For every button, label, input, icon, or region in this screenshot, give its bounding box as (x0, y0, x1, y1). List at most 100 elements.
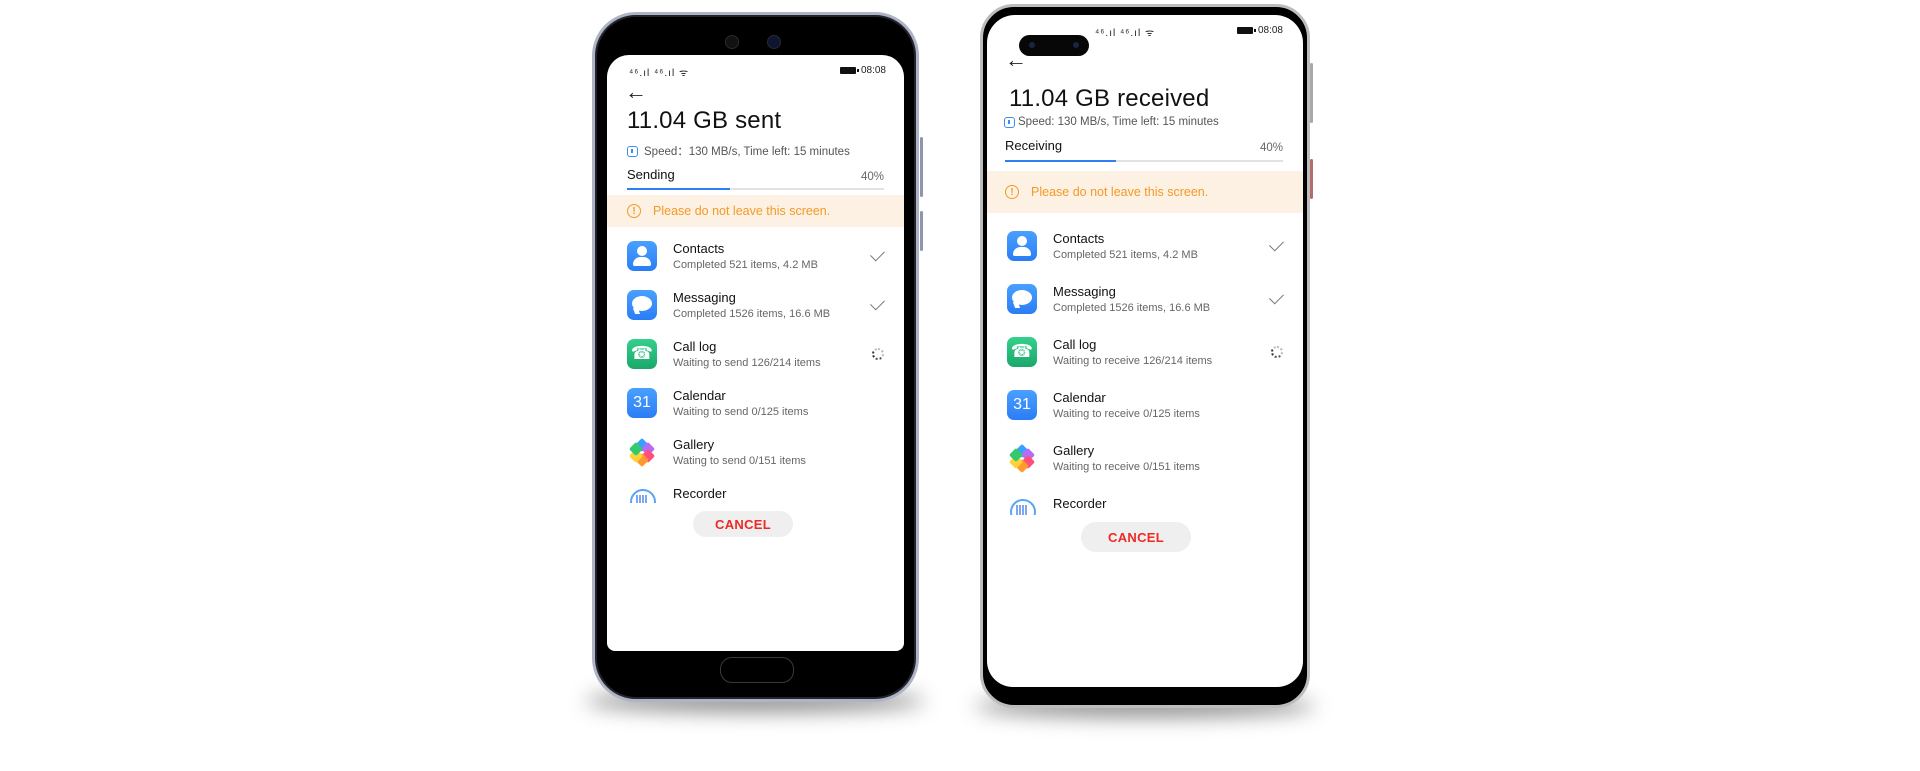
warning-banner: ! Please do not leave this screen. (607, 195, 904, 227)
transfer-item-text: Messaging Completed 1526 items, 16.6 MB (673, 290, 830, 320)
warning-text: Please do not leave this screen. (1031, 185, 1209, 199)
transfer-item-name: Call log (673, 338, 717, 354)
transfer-item-state (872, 347, 884, 360)
messaging-icon (627, 289, 657, 320)
transfer-item-name: Calendar (1053, 389, 1106, 405)
transfer-item-text: Call log Waiting to receive 126/214 items (1053, 337, 1212, 367)
page-title: 11.04 GB sent (627, 107, 782, 134)
transfer-item-status-text: Completed 1526 items, 16.6 MB (1053, 301, 1211, 314)
progress-bar-fill (627, 188, 730, 190)
transfer-item-call-log[interactable]: ☎ Call log Waiting to receive 126/214 item… (987, 325, 1303, 378)
transfer-item-contacts[interactable]: Contacts Completed 521 items, 4.2 MB (607, 231, 904, 280)
back-arrow-icon[interactable]: ← (625, 81, 647, 103)
punch-hole-camera (1019, 35, 1089, 56)
transfer-item-call-log[interactable]: ☎ Call log Waiting to send 126/214 items (607, 329, 904, 378)
checkmark-icon (870, 295, 885, 310)
sender-phone: ⁴⁶.ıl ⁴⁶.ıl ᯤ 08:08 ← 11.04 GB sent Spee… (592, 12, 923, 702)
transfer-item-messaging[interactable]: Messaging Completed 1526 items, 16.6 MB (607, 280, 904, 329)
transfer-item-calendar[interactable]: 31 Calendar Waiting to receive 0/125 items (987, 378, 1303, 431)
checkmark-icon (1269, 289, 1284, 304)
transfer-item-state (870, 295, 885, 310)
transfer-item-name: Recorder (1053, 495, 1107, 511)
progress-percent: 40% (1259, 142, 1283, 154)
home-button[interactable] (720, 657, 794, 683)
transfer-item-messaging[interactable]: Messaging Completed 1526 items, 16.6 MB (987, 272, 1303, 325)
transfer-item-status-text: Completed 521 items, 4.2 MB (1053, 248, 1198, 261)
transfer-item-name: Messaging (673, 289, 736, 305)
transfer-item-gallery[interactable]: Gallery Waiting to receive 0/151 items (987, 431, 1303, 484)
signal-wifi-icons: ⁴⁶.ıl ⁴⁶.ıl ᯤ (1095, 28, 1156, 39)
speed-text: Speed：130 MB/s, Time left: 15 minutes (644, 146, 850, 158)
volume-key (1310, 63, 1313, 123)
cancel-button[interactable]: CANCEL (1081, 522, 1191, 552)
camera-lens-icon (1029, 42, 1035, 48)
transfer-list: Contacts Completed 521 items, 4.2 MB Messa… (607, 231, 904, 525)
transfer-item-text: Calendar Waiting to receive 0/125 items (1053, 390, 1200, 420)
battery-icon (1236, 27, 1256, 34)
transfer-item-name: Gallery (673, 436, 715, 452)
transfer-item-text: Messaging Completed 1526 items, 16.6 MB (1053, 284, 1210, 314)
power-key (1310, 159, 1313, 199)
status-bar: ⁴⁶.ıl ⁴⁶.ıl ᯤ 08:08 (607, 65, 904, 81)
transfer-item-state (1269, 236, 1284, 251)
call-log-icon: ☎ (1007, 336, 1037, 367)
messaging-icon (1007, 283, 1037, 314)
contacts-icon (627, 240, 657, 271)
front-camera-icon (767, 35, 781, 49)
transfer-item-contacts[interactable]: Contacts Completed 521 items, 4.2 MB (987, 219, 1303, 272)
transfer-item-text: Gallery Wating to send 0/151 items (673, 437, 806, 467)
camera-lens-icon (1073, 42, 1079, 48)
calendar-icon: 31 (1007, 389, 1037, 420)
phase-label: Receiving (1005, 138, 1063, 153)
warning-icon: ! (627, 204, 641, 218)
power-key (920, 211, 923, 251)
transfer-item-name: Messaging (1053, 283, 1116, 299)
transfer-item-calendar[interactable]: 31 Calendar Waiting to send 0/125 items (607, 378, 904, 427)
transfer-item-status-text: Waiting to receive 0/151 items (1053, 460, 1200, 473)
speed-icon (1004, 116, 1015, 128)
transfer-item-state (1271, 345, 1283, 358)
warning-banner: ! Please do not leave this screen. (987, 171, 1303, 213)
transfer-item-gallery[interactable]: Gallery Wating to send 0/151 items (607, 427, 904, 476)
transfer-item-status-text: Waiting to send 0/125 items (673, 405, 809, 418)
transfer-item-state (1269, 289, 1284, 304)
transfer-item-text: Calendar Waiting to send 0/125 items (673, 388, 808, 418)
warning-icon: ! (1005, 185, 1019, 199)
status-time: 08:08 (860, 65, 886, 76)
speed-info: Speed: 130 MB/s, Time left: 15 minutes (1004, 116, 1219, 128)
transfer-item-name: Gallery (1053, 442, 1095, 458)
transfer-item-name: Call log (1053, 336, 1097, 352)
phase-label: Sending (627, 167, 675, 182)
sender-screen: ⁴⁶.ıl ⁴⁶.ıl ᯤ 08:08 ← 11.04 GB sent Spee… (607, 55, 904, 651)
loading-spinner-icon (1271, 345, 1283, 358)
transfer-item-name: Contacts (1053, 230, 1105, 246)
speed-icon (627, 145, 638, 157)
progress-bar-fill (1005, 160, 1117, 162)
gallery-icon (1007, 442, 1037, 473)
transfer-item-status-text: Waiting to receive 0/125 items (1053, 407, 1200, 420)
volume-key (920, 137, 923, 197)
progress-percent: 40% (860, 171, 884, 183)
call-log-icon: ☎ (627, 338, 657, 369)
page-title: 11.04 GB received (1009, 85, 1210, 112)
transfer-item-name: Contacts (673, 240, 725, 256)
speed-text: Speed: 130 MB/s, Time left: 15 minutes (1018, 116, 1219, 128)
receiver-screen: ⁴⁶.ıl ⁴⁶.ıl ᯤ 08:08 ← 11.04 GB received … (987, 15, 1303, 687)
receiver-phone: ⁴⁶.ıl ⁴⁶.ıl ᯤ 08:08 ← 11.04 GB received … (980, 4, 1313, 708)
battery-icon (839, 67, 859, 74)
transfer-item-status-text: Waiting to receive 126/214 items (1053, 354, 1213, 367)
transfer-item-text: Call log Waiting to send 126/214 items (673, 339, 821, 369)
transfer-item-name: Recorder (673, 485, 727, 501)
transfer-item-status-text: Completed 521 items, 4.2 MB (673, 258, 818, 271)
front-camera-icon (725, 35, 739, 49)
status-time: 08:08 (1257, 25, 1283, 36)
cancel-button[interactable]: CANCEL (693, 511, 793, 537)
loading-spinner-icon (872, 347, 884, 360)
warning-text: Please do not leave this screen. (653, 204, 831, 218)
transfer-item-status-text: Completed 1526 items, 16.6 MB (673, 307, 831, 320)
progress-bar (627, 188, 884, 190)
contacts-icon (1007, 230, 1037, 261)
signal-wifi-icons: ⁴⁶.ıl ⁴⁶.ıl ᯤ (629, 68, 690, 79)
calendar-icon: 31 (627, 387, 657, 418)
transfer-item-text: Gallery Waiting to receive 0/151 items (1053, 443, 1200, 473)
